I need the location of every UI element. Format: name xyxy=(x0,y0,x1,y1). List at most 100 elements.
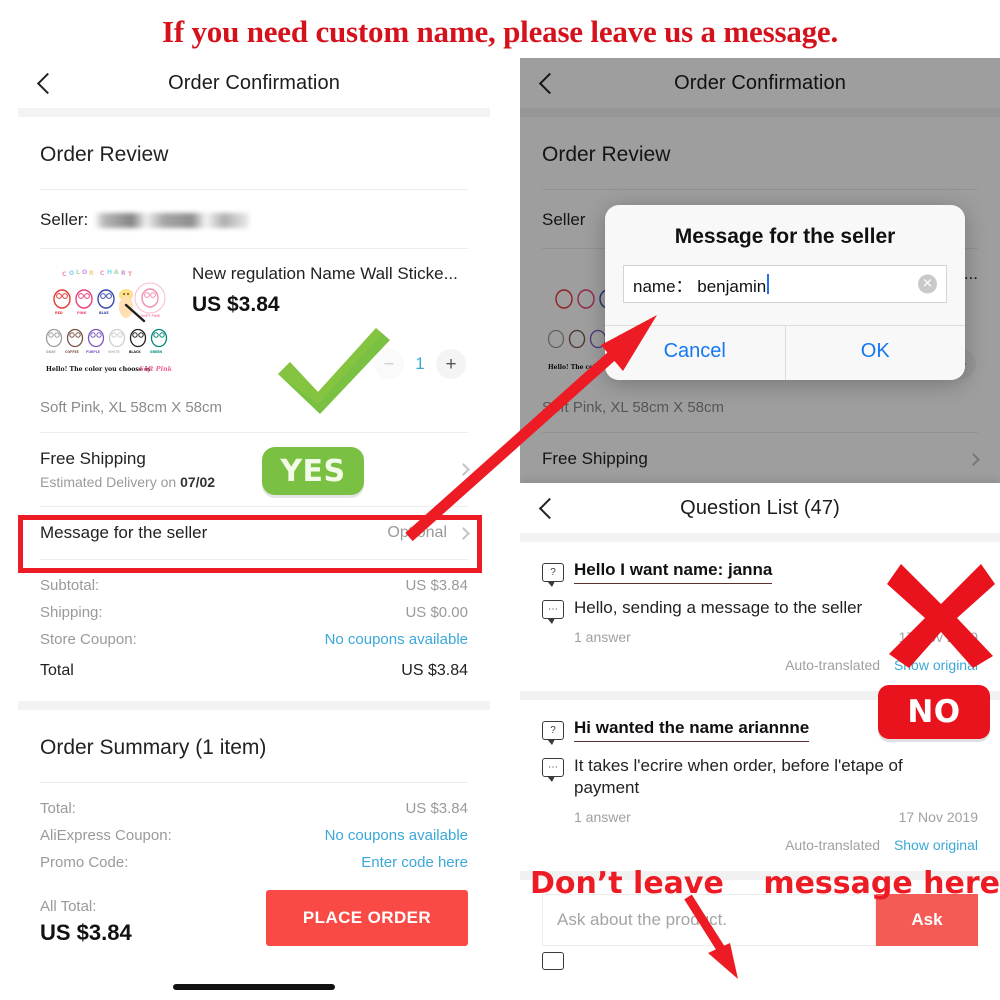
cancel-button[interactable]: Cancel xyxy=(605,326,785,380)
question-item[interactable]: ? Hi wanted the name ariannne ⋯ It takes… xyxy=(520,700,1000,872)
right-phone-screen: Order Confirmation Order Review Seller H… xyxy=(520,58,1000,1000)
chevron-left-icon[interactable] xyxy=(538,69,560,97)
total-line[interactable]: Store Coupon: No coupons available xyxy=(40,626,468,653)
svg-text:RED: RED xyxy=(55,311,63,315)
svg-text:PINK: PINK xyxy=(77,311,87,315)
message-for-seller-dialog: Message for the seller name： benjamin ✕ … xyxy=(605,205,965,380)
svg-text:Hello! The color you choose is: Hello! The color you choose is xyxy=(46,366,151,373)
store-coupon-link[interactable]: No coupons available xyxy=(325,631,468,648)
section-gap xyxy=(520,108,1000,117)
question-bubble-icon xyxy=(542,952,564,971)
answer-text: It takes l'ecrire when order, before l'e… xyxy=(574,756,903,798)
summary-line-key: AliExpress Coupon: xyxy=(40,827,172,844)
quantity-minus-button[interactable]: − xyxy=(374,349,404,379)
ask-button[interactable]: Ask xyxy=(876,894,978,947)
clear-circle-icon[interactable]: ✕ xyxy=(918,274,937,294)
summary-line[interactable]: AliExpress Coupon: No coupons available xyxy=(40,822,468,849)
total-line-value: US $3.84 xyxy=(405,577,468,594)
auto-translated-label: Auto-translated xyxy=(785,657,881,674)
promo-code-link[interactable]: Enter code here xyxy=(361,854,468,871)
summary-line-key: Promo Code: xyxy=(40,854,129,871)
svg-text:Soft Pink: Soft Pink xyxy=(139,365,173,373)
question-list-screen: Question List (47) ? Hello I want name: … xyxy=(520,483,1000,1000)
svg-text:C: C xyxy=(100,270,105,277)
total-line: Subtotal: US $3.84 xyxy=(40,572,468,599)
summary-line-value: US $3.84 xyxy=(405,800,468,817)
message-input-value: name： benjamin xyxy=(633,276,767,296)
left-navbar: Order Confirmation xyxy=(18,58,490,108)
right-shipping-chevron-wrap xyxy=(967,452,980,466)
chevron-left-icon[interactable] xyxy=(36,69,58,97)
svg-text:H: H xyxy=(107,269,112,276)
home-indicator xyxy=(173,984,335,990)
answer-line: ⋯ It takes l'ecrire when order, before l… xyxy=(542,755,978,799)
svg-text:PURPLE: PURPLE xyxy=(86,350,100,354)
svg-text:A: A xyxy=(114,269,119,276)
question-bubble-icon: ? xyxy=(542,721,564,746)
total-line-key: Subtotal: xyxy=(40,577,100,594)
question-line: ? Hello I want name: janna xyxy=(542,560,978,587)
total-line-value: US $0.00 xyxy=(405,604,468,621)
show-original-link[interactable]: Show original xyxy=(894,837,978,853)
question-list-navbar: Question List (47) xyxy=(520,483,1000,533)
product-thumbnail: CO LO R CH AR T RED PINK BLUE SOFT PINK … xyxy=(40,263,176,383)
svg-text:L: L xyxy=(76,269,80,276)
right-shipping-row: Free Shipping xyxy=(542,433,980,485)
order-review-section: Order Review Seller: CO LO R CH A R T RE… xyxy=(18,117,490,701)
aliexpress-coupon-link[interactable]: No coupons available xyxy=(325,827,468,844)
ask-input[interactable]: Ask about the product. xyxy=(542,894,876,947)
screenshot-root: If you need custom name, please leave us… xyxy=(0,0,1000,1000)
question-line: ? Hi wanted the name ariannne xyxy=(542,718,978,746)
seller-row[interactable]: Seller: xyxy=(40,190,468,248)
product-title: New regulation Name Wall Sticke... xyxy=(192,264,458,283)
summary-line[interactable]: Promo Code: Enter code here xyxy=(40,849,468,876)
shipping-row[interactable]: Free Shipping Estimated Delivery on 07/0… xyxy=(40,433,470,506)
svg-text:C: C xyxy=(62,271,67,278)
svg-text:O: O xyxy=(82,269,87,276)
svg-text:GREEN: GREEN xyxy=(150,350,162,354)
total-line-key: Shipping: xyxy=(40,604,103,621)
question-meta: 1 answer 17 Nov 2019 xyxy=(542,799,978,825)
question-date: 17 Nov 2019 xyxy=(898,809,978,826)
quantity-plus-button[interactable]: + xyxy=(436,349,466,379)
svg-text:Hello! The color: Hello! The color xyxy=(548,364,603,371)
right-shipping-title: Free Shipping xyxy=(542,449,648,468)
order-review-title: Order Review xyxy=(40,143,169,166)
ask-tail xyxy=(520,946,1000,971)
svg-text:COFFEE: COFFEE xyxy=(65,350,79,354)
product-variant: Soft Pink, XL 58cm X 58cm xyxy=(40,399,223,416)
answer-bubble-icon: ⋯ xyxy=(542,600,564,624)
product-row[interactable]: CO LO R CH AR T RED PINK BLUE SOFT PINK … xyxy=(40,249,468,383)
chevron-left-icon[interactable] xyxy=(538,494,560,522)
total-line-key: Store Coupon: xyxy=(40,631,137,648)
order-summary-rows: Total: US $3.84 AliExpress Coupon: No co… xyxy=(40,783,468,876)
message-for-seller-row[interactable]: Message for the seller Optional xyxy=(40,507,470,559)
quantity-stepper[interactable]: − 1 + xyxy=(374,349,466,379)
seller-label: Seller: xyxy=(40,210,89,229)
section-gap xyxy=(18,701,490,710)
show-original-link[interactable]: Show original xyxy=(894,657,978,673)
message-input[interactable]: name： benjamin ✕ xyxy=(623,265,947,303)
place-order-button[interactable]: PLACE ORDER xyxy=(266,890,468,946)
all-total-area: All Total: US $3.84 PLACE ORDER xyxy=(40,876,468,946)
question-separator xyxy=(520,691,1000,701)
translation-row: Auto-translated Show original xyxy=(542,825,978,865)
message-for-seller-value: Optional xyxy=(387,524,447,541)
right-product-variant: Soft Pink, XL 58cm X 58cm xyxy=(542,399,725,416)
right-seller-label: Seller xyxy=(542,210,586,229)
summary-line-key: Total: xyxy=(40,800,76,817)
promo-headline: If you need custom name, please leave us… xyxy=(161,14,839,49)
left-phone-screen: Order Confirmation Order Review Seller: … xyxy=(18,58,490,1000)
all-total-value: US $3.84 xyxy=(40,920,132,945)
text-caret xyxy=(767,274,770,294)
question-separator xyxy=(520,871,1000,881)
question-item[interactable]: ? Hello I want name: janna ⋯ Hello, send… xyxy=(520,542,1000,692)
message-for-seller-value-wrap: Optional xyxy=(387,524,470,542)
quantity-value: 1 xyxy=(415,354,425,373)
ok-button[interactable]: OK xyxy=(784,326,965,380)
svg-text:R: R xyxy=(89,270,94,277)
all-total-label: All Total: xyxy=(40,898,97,915)
all-total-text: All Total: US $3.84 xyxy=(40,898,132,946)
question-text: Hi wanted the name ariannne xyxy=(574,718,810,743)
question-text: Hello I want name: janna xyxy=(574,560,773,584)
